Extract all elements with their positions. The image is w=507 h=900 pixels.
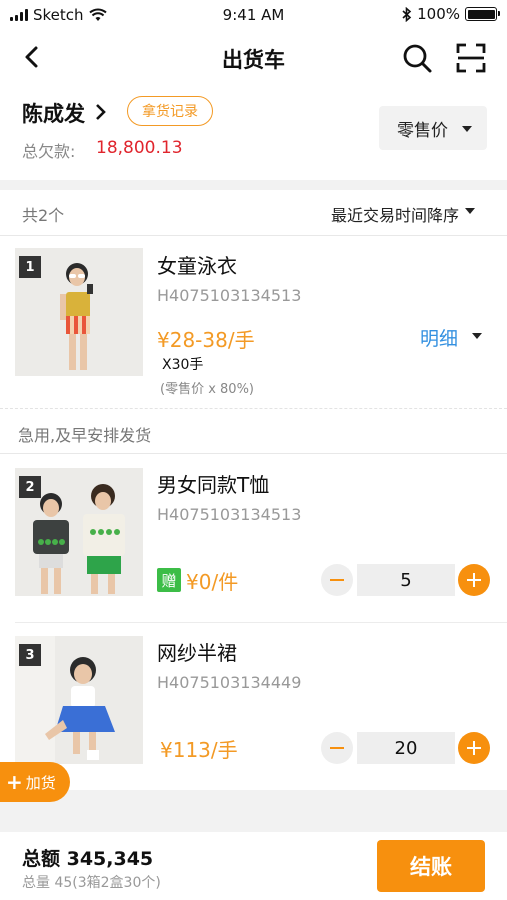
plus-icon: + bbox=[6, 770, 23, 794]
product-price: ¥28-38/手 bbox=[157, 328, 255, 352]
cart-item[interactable]: 1 女童泳衣 H4075103134513 ¥28-38/手 X30手 (零售价… bbox=[0, 236, 507, 408]
item-quantity-text: X30手 bbox=[162, 357, 204, 373]
battery-icon bbox=[465, 7, 500, 21]
product-image[interactable]: 1 bbox=[15, 248, 143, 376]
sort-select[interactable]: 最近交易时间降序 bbox=[331, 202, 459, 226]
minus-icon bbox=[330, 578, 344, 582]
cart-item[interactable]: 3 网纱半裙 H4075103134449 ¥113/手 20 bbox=[0, 623, 507, 790]
section-divider bbox=[0, 180, 507, 190]
product-code: H4075103134449 bbox=[157, 673, 302, 692]
add-goods-label: 加货 bbox=[25, 773, 56, 792]
customer-header: 陈成发 拿货记录 总欠款: 18,800.13 零售价 bbox=[0, 88, 507, 178]
product-name: 女童泳衣 bbox=[157, 254, 237, 278]
product-price: ¥113/手 bbox=[160, 738, 238, 762]
item-remark: 急用,及早安排发货 bbox=[0, 408, 507, 454]
customer-name[interactable]: 陈成发 bbox=[22, 98, 85, 128]
caret-down-icon[interactable] bbox=[472, 333, 482, 339]
checkout-button[interactable]: 结账 bbox=[377, 840, 485, 892]
scan-icon[interactable] bbox=[454, 41, 488, 75]
status-bar: Sketch 9:41 AM 100% bbox=[0, 0, 507, 32]
product-code: H4075103134513 bbox=[157, 505, 302, 524]
bluetooth-icon bbox=[402, 6, 412, 22]
nav-bar: 出货车 bbox=[0, 32, 507, 82]
checkout-bar: 总额 345,345 总量 45(3箱2盒30个) 结账 bbox=[0, 832, 507, 900]
list-header: 共2个 最近交易时间降序 bbox=[0, 190, 507, 236]
purchase-record-button[interactable]: 拿货记录 bbox=[127, 96, 213, 126]
add-goods-button[interactable]: + 加货 bbox=[0, 762, 70, 802]
status-right: 100% bbox=[402, 5, 500, 23]
product-image[interactable]: 3 bbox=[15, 636, 143, 764]
product-code: H4075103134513 bbox=[157, 286, 302, 305]
section-divider bbox=[0, 790, 507, 832]
chevron-right-icon[interactable] bbox=[93, 102, 107, 122]
total-quantity: 总量 45(3箱2盒30个) bbox=[22, 875, 161, 891]
caret-down-icon[interactable] bbox=[465, 208, 475, 214]
quantity-input[interactable]: 20 bbox=[357, 732, 455, 764]
debt-value: 18,800.13 bbox=[96, 138, 183, 158]
search-icon[interactable] bbox=[400, 41, 434, 75]
caret-down-icon bbox=[462, 126, 472, 132]
price-note: (零售价 x 80%) bbox=[160, 382, 254, 397]
minus-icon bbox=[330, 746, 344, 750]
price-type-select[interactable]: 零售价 bbox=[379, 106, 487, 150]
price-type-label: 零售价 bbox=[397, 120, 448, 141]
product-name: 男女同款T恤 bbox=[157, 473, 270, 497]
remark-text: 急用,及早安排发货 bbox=[18, 426, 152, 445]
detail-toggle[interactable]: 明细 bbox=[420, 324, 458, 351]
decrease-quantity-button[interactable] bbox=[321, 564, 353, 596]
item-index: 3 bbox=[19, 644, 41, 666]
product-price: ¥0/件 bbox=[186, 570, 239, 594]
battery-percent: 100% bbox=[417, 5, 460, 23]
item-index: 1 bbox=[19, 256, 41, 278]
gift-badge: 赠 bbox=[157, 568, 181, 592]
product-image[interactable]: 2 bbox=[15, 468, 143, 596]
increase-quantity-button[interactable] bbox=[458, 564, 490, 596]
total-amount: 总额 345,345 bbox=[22, 848, 154, 870]
debt-label: 总欠款: bbox=[22, 142, 76, 161]
item-index: 2 bbox=[19, 476, 41, 498]
plus-icon bbox=[467, 741, 481, 754]
decrease-quantity-button[interactable] bbox=[321, 732, 353, 764]
quantity-input[interactable]: 5 bbox=[357, 564, 455, 596]
product-name: 网纱半裙 bbox=[157, 641, 237, 665]
item-count: 共2个 bbox=[22, 206, 65, 225]
increase-quantity-button[interactable] bbox=[458, 732, 490, 764]
cart-item[interactable]: 2 男女同款T恤 H4075103134513 赠 ¥0/件 5 bbox=[0, 455, 507, 622]
plus-icon bbox=[467, 573, 481, 586]
